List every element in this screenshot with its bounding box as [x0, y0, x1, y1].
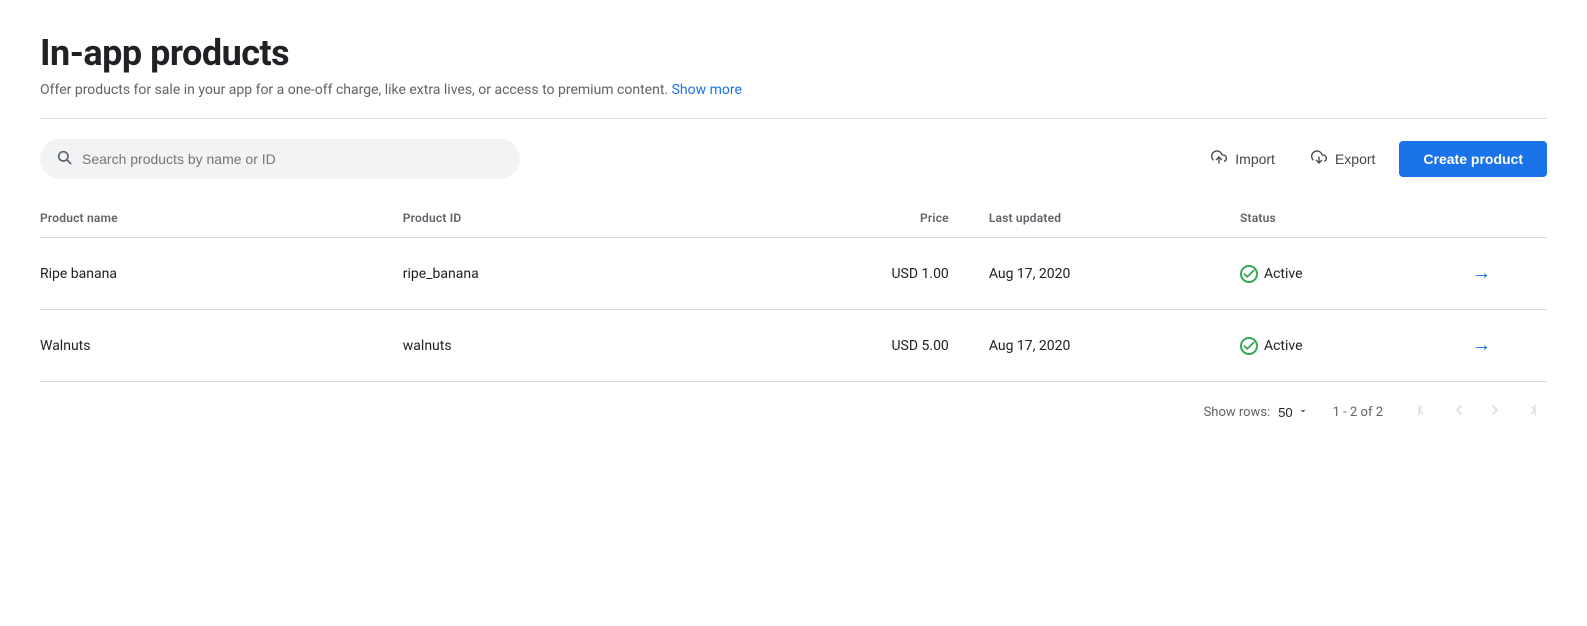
cell-id-0: ripe_banana — [403, 238, 766, 310]
page-container: In-app products Offer products for sale … — [0, 0, 1587, 455]
status-label-1: Active — [1264, 338, 1303, 354]
table-row: Walnuts walnuts USD 5.00 Aug 17, 2020 Ac… — [40, 310, 1547, 382]
page-subtitle: Offer products for sale in your app for … — [40, 82, 1547, 98]
import-button[interactable]: Import — [1199, 141, 1287, 178]
rows-per-page-button[interactable]: 50 — [1278, 405, 1308, 420]
cell-name-1: Walnuts — [40, 310, 403, 382]
export-label: Export — [1335, 151, 1375, 167]
col-header-name: Product name — [40, 203, 403, 238]
cell-price-0: USD 1.00 — [766, 238, 989, 310]
table-footer: Show rows: 50 1 - 2 of 2 — [40, 382, 1547, 431]
cell-price-1: USD 5.00 — [766, 310, 989, 382]
cell-id-1: walnuts — [403, 310, 766, 382]
subtitle-text: Offer products for sale in your app for … — [40, 82, 668, 98]
cell-status-0: Active — [1240, 238, 1463, 310]
page-title: In-app products — [40, 32, 1547, 74]
import-icon — [1211, 149, 1227, 170]
toolbar: Import Export Create product — [40, 139, 1547, 179]
status-active-icon-1 — [1240, 337, 1258, 355]
products-table-container: Product name Product ID Price Last updat… — [40, 203, 1547, 431]
row-navigate-button-1[interactable]: → — [1463, 330, 1499, 361]
show-rows-label: Show rows: — [1204, 405, 1271, 420]
prev-page-button[interactable] — [1443, 398, 1475, 427]
rows-per-page-value: 50 — [1278, 405, 1292, 420]
search-input[interactable] — [82, 151, 504, 167]
search-container[interactable] — [40, 139, 520, 179]
col-header-price: Price — [766, 203, 989, 238]
import-label: Import — [1235, 151, 1275, 167]
cell-action-0[interactable]: → — [1463, 238, 1547, 310]
cell-status-1: Active — [1240, 310, 1463, 382]
first-page-button[interactable] — [1407, 398, 1439, 427]
col-header-status: Status — [1240, 203, 1463, 238]
status-active-icon-0 — [1240, 265, 1258, 283]
table-row: Ripe banana ripe_banana USD 1.00 Aug 17,… — [40, 238, 1547, 310]
table-header-row: Product name Product ID Price Last updat… — [40, 203, 1547, 238]
export-icon — [1311, 149, 1327, 170]
export-button[interactable]: Export — [1299, 141, 1387, 178]
row-navigate-button-0[interactable]: → — [1463, 258, 1499, 289]
pagination-buttons — [1407, 398, 1547, 427]
cell-name-0: Ripe banana — [40, 238, 403, 310]
rows-dropdown-icon — [1297, 405, 1309, 420]
next-page-icon — [1487, 402, 1503, 423]
cell-updated-1: Aug 17, 2020 — [989, 310, 1240, 382]
last-page-button[interactable] — [1515, 398, 1547, 427]
col-header-id: Product ID — [403, 203, 766, 238]
search-icon — [56, 149, 72, 169]
last-page-icon — [1523, 402, 1539, 423]
status-label-0: Active — [1264, 266, 1303, 282]
show-more-link[interactable]: Show more — [672, 82, 742, 98]
cell-action-1[interactable]: → — [1463, 310, 1547, 382]
cell-updated-0: Aug 17, 2020 — [989, 238, 1240, 310]
first-page-icon — [1415, 402, 1431, 423]
rows-selector: Show rows: 50 — [1204, 405, 1309, 420]
header-divider — [40, 118, 1547, 119]
create-product-button[interactable]: Create product — [1399, 141, 1547, 177]
products-table: Product name Product ID Price Last updat… — [40, 203, 1547, 382]
col-header-action — [1463, 203, 1547, 238]
next-page-button[interactable] — [1479, 398, 1511, 427]
col-header-updated: Last updated — [989, 203, 1240, 238]
prev-page-icon — [1451, 402, 1467, 423]
pagination-info: 1 - 2 of 2 — [1333, 405, 1383, 420]
